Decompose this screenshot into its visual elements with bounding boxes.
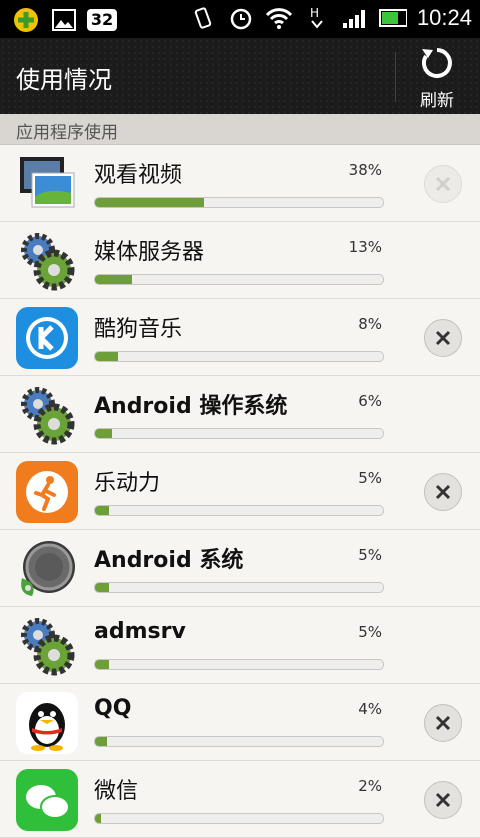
- section-title: 应用程序使用: [16, 123, 118, 143]
- usage-bar: [94, 197, 384, 208]
- list-item[interactable]: 媒体服务器 13%: [0, 222, 480, 299]
- app-name: 媒体服务器: [94, 240, 205, 265]
- stop-app-button[interactable]: [424, 781, 462, 819]
- stop-app-button[interactable]: [424, 473, 462, 511]
- app-name: Android 系统: [94, 548, 244, 573]
- notification-count-badge: 32: [86, 6, 118, 34]
- wechat-icon: [16, 769, 78, 831]
- usage-bar: [94, 505, 384, 516]
- usage-percent: 5%: [358, 469, 382, 487]
- qq-penguin-icon: [16, 692, 78, 754]
- close-icon: [435, 176, 451, 192]
- video-icon: [16, 153, 78, 215]
- usage-bar-fill: [95, 352, 119, 361]
- usage-percent: 2%: [358, 777, 382, 795]
- alarm-icon: [227, 4, 255, 32]
- usage-bar-fill: [95, 737, 107, 746]
- usage-bar-fill: [95, 506, 110, 515]
- section-header: 应用程序使用: [0, 114, 480, 145]
- usage-bar-fill: [95, 660, 110, 669]
- image-icon: [50, 6, 78, 34]
- usage-bar: [94, 813, 384, 824]
- app-name: Android 操作系统: [94, 394, 288, 419]
- usage-bar-fill: [95, 814, 101, 823]
- list-item[interactable]: 酷狗音乐 8%: [0, 299, 480, 376]
- signal-icon: [341, 4, 369, 32]
- list-item[interactable]: Android 系统 5%: [0, 530, 480, 607]
- close-icon: [435, 484, 451, 500]
- stop-app-button[interactable]: [424, 704, 462, 742]
- android-system-icon: [16, 538, 78, 600]
- usage-bar-fill: [95, 583, 110, 592]
- usage-bar: [94, 274, 384, 285]
- usage-bar-fill: [95, 275, 133, 284]
- app-usage-list: 观看视频 38% 媒体服务器 13% 酷狗音乐 8% Android 操作系统 …: [0, 145, 480, 838]
- wifi-icon: [265, 4, 293, 32]
- status-bar: 32 H 10:24: [0, 0, 480, 38]
- usage-bar-fill: [95, 429, 113, 438]
- usage-bar-fill: [95, 198, 205, 207]
- gears-icon: [16, 384, 78, 446]
- usage-percent: 38%: [348, 161, 382, 179]
- close-icon: [435, 715, 451, 731]
- list-item[interactable]: QQ 4%: [0, 684, 480, 761]
- ledongli-icon: [16, 461, 78, 523]
- usage-percent: 6%: [358, 392, 382, 410]
- close-icon: [435, 330, 451, 346]
- usage-bar: [94, 582, 384, 593]
- list-item[interactable]: admsrv 5%: [0, 607, 480, 684]
- usage-percent: 5%: [358, 623, 382, 641]
- close-icon: [435, 792, 451, 808]
- page-title: 使用情况: [16, 66, 112, 94]
- usage-percent: 5%: [358, 546, 382, 564]
- app-name: QQ: [94, 696, 132, 721]
- usage-percent: 13%: [348, 238, 382, 256]
- refresh-icon: [422, 48, 452, 78]
- app-notification-icon: [12, 6, 40, 34]
- header-divider: [395, 52, 396, 102]
- app-name: 微信: [94, 779, 139, 804]
- usage-bar: [94, 351, 384, 362]
- usage-bar: [94, 659, 384, 670]
- app-name: 观看视频: [94, 163, 183, 188]
- app-name: admsrv: [94, 619, 186, 644]
- app-header: 使用情况 刷新: [0, 38, 480, 114]
- usage-bar: [94, 736, 384, 747]
- refresh-button[interactable]: 刷新: [406, 46, 468, 111]
- gears-icon: [16, 615, 78, 677]
- vibrate-icon: [189, 4, 217, 32]
- usage-percent: 8%: [358, 315, 382, 333]
- battery-icon: [378, 4, 407, 32]
- hsdpa-icon: H: [303, 4, 331, 32]
- usage-percent: 4%: [358, 700, 382, 718]
- clock: 10:24: [416, 5, 472, 30]
- stop-app-button[interactable]: [424, 319, 462, 357]
- gears-icon: [16, 230, 78, 292]
- app-name: 酷狗音乐: [94, 317, 183, 342]
- list-item[interactable]: 观看视频 38%: [0, 145, 480, 222]
- list-item[interactable]: 乐动力 5%: [0, 453, 480, 530]
- svg-text:H: H: [310, 6, 319, 20]
- kugou-icon: [16, 307, 78, 369]
- usage-bar: [94, 428, 384, 439]
- refresh-label: 刷新: [420, 91, 454, 111]
- list-item[interactable]: Android 操作系统 6%: [0, 376, 480, 453]
- app-name: 乐动力: [94, 471, 161, 496]
- stop-app-button[interactable]: [424, 165, 462, 203]
